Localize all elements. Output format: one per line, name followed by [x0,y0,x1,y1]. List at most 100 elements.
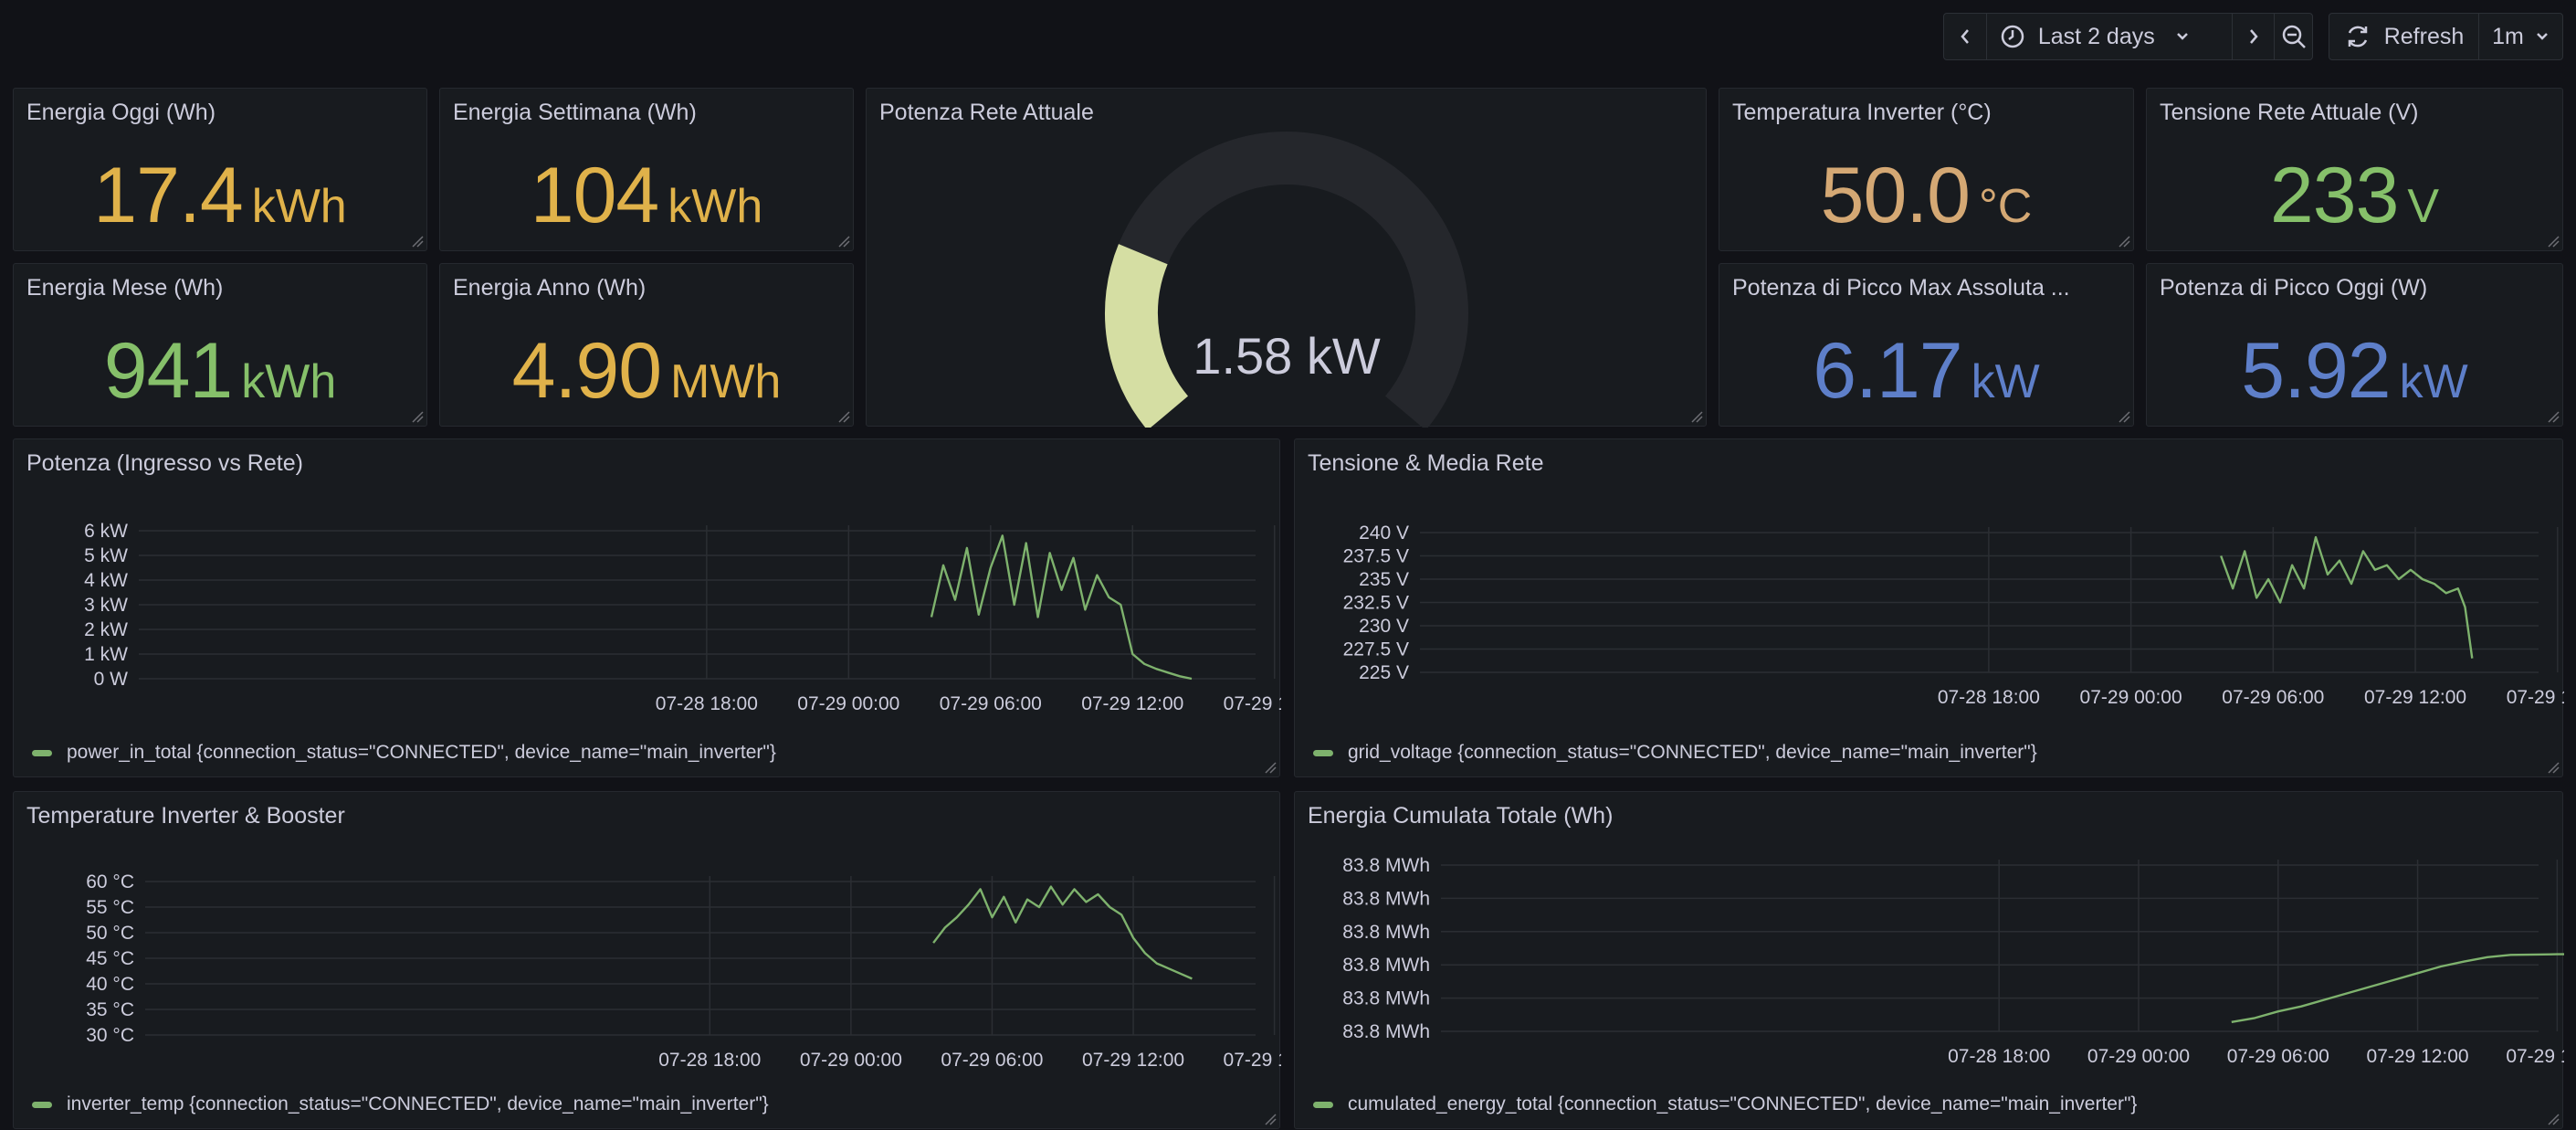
y-tick-label: 83.8 MWh [1342,922,1430,943]
y-tick-label: 83.8 MWh [1342,988,1430,1009]
resize-handle-icon[interactable] [2118,410,2130,423]
zoom-out-button[interactable] [2274,14,2312,59]
y-tick-label: 83.8 MWh [1342,1021,1430,1042]
y-tick-label: 50 °C [86,923,134,944]
legend-label: cumulated_energy_total {connection_statu… [1348,1093,2138,1114]
y-tick-label: 237.5 V [1343,546,1409,567]
x-tick-label: 07-29 18:00 [1224,693,1281,714]
chevron-right-icon [2249,29,2258,44]
y-tick-label: 232.5 V [1343,593,1409,614]
panel-title: Tensione Rete Attuale (V) [2160,100,2419,125]
stat-number: 4.90 [511,327,662,415]
x-tick-label: 07-29 18:00 [2507,687,2564,708]
y-tick-label: 1 kW [84,644,128,665]
refresh-label: Refresh [2383,23,2465,49]
y-tick-label: 235 V [1359,569,1409,590]
refresh-picker: Refresh 1m [2329,13,2563,60]
panel-title: Potenza di Picco Max Assoluta ... [1732,275,2070,301]
chart-plot: 240 V237.5 V235 V 232.5 V230 V227.5 V225 … [1343,523,2564,708]
x-tick-label: 07-29 00:00 [797,693,899,714]
x-tick-label: 07-29 12:00 [1081,693,1183,714]
panel-energia-cumulata-timeseries: Energia Cumulata Totale (Wh) 83.8 MWh 83.… [1294,791,2564,1129]
resize-handle-icon[interactable] [2118,235,2130,248]
chevron-down-icon [2176,33,2188,40]
panel-picco-oggi: Potenza di Picco Oggi (W) 5.92 kW [2146,263,2563,427]
resize-handle-icon[interactable] [1264,1113,1277,1125]
panel-title: Energia Anno (Wh) [453,275,647,301]
panel-potenza-timeseries: Potenza (Ingresso vs Rete) 6 kW 5 kW 4 kW 3… [13,438,1281,777]
x-tick-label: 07-28 18:00 [1938,687,2040,708]
stat-unit: kWh [241,355,337,408]
legend-swatch [32,1101,52,1108]
stat-unit: MWh [670,355,782,408]
panel-energia-oggi: Energia Oggi (Wh) 17.4 kWh [13,88,427,251]
x-tick-label: 07-29 00:00 [2080,687,2182,708]
stat-number: 104 [530,152,659,239]
x-tick-label: 07-29 18:00 [2506,1046,2564,1067]
time-range-picker: Last 2 days [1943,13,2313,60]
resize-handle-icon[interactable] [2547,235,2560,248]
y-tick-label: 45 °C [86,948,134,969]
stat-unit: °C [1979,180,2033,233]
resize-handle-icon[interactable] [837,410,850,423]
stat-number: 50.0 [1820,152,1971,239]
legend-label: grid_voltage {connection_status="CONNECT… [1348,742,2037,763]
stat-value: 4.90 MWh [440,326,853,417]
gauge-fill [1105,244,1189,428]
stat-value: 17.4 kWh [14,151,426,241]
refresh-interval-button[interactable]: 1m [2478,14,2562,59]
time-shift-back-button[interactable] [1944,14,1986,59]
resize-handle-icon[interactable] [2547,761,2560,774]
x-tick-label: 07-29 12:00 [2367,1046,2469,1067]
panel-title: Energia Settimana (Wh) [453,100,697,125]
refresh-interval-label: 1m [2492,23,2524,49]
stat-value: 941 kWh [14,326,426,417]
y-tick-label: 240 V [1359,523,1409,544]
stat-number: 233 [2269,152,2399,239]
panel-tensione-rete: Tensione Rete Attuale (V) 233 V [2146,88,2563,251]
y-tick-label: 83.8 MWh [1342,955,1430,976]
y-tick-label: 2 kW [84,619,128,640]
stat-value: 104 kWh [440,151,853,241]
resize-handle-icon[interactable] [411,410,424,423]
x-tick-label: 07-29 00:00 [2087,1046,2190,1067]
resize-handle-icon[interactable] [411,235,424,248]
stat-number: 5.92 [2241,327,2391,415]
zoom-out-icon [2282,25,2306,48]
refresh-button[interactable]: Refresh [2329,14,2478,59]
panel-temperatura-inverter: Temperatura Inverter (°C) 50.0 °C [1719,88,2134,251]
y-tick-label: 5 kW [84,545,128,566]
stat-unit: kW [2399,355,2468,408]
panel-energia-settimana: Energia Settimana (Wh) 104 kWh [439,88,854,251]
y-tick-label: 83.8 MWh [1342,888,1430,909]
x-tick-label: 07-29 06:00 [941,1050,1043,1071]
resize-handle-icon[interactable] [2547,410,2560,423]
time-range-button[interactable]: Last 2 days [1985,14,2232,59]
panel-title: Temperatura Inverter (°C) [1732,100,1992,125]
stat-number: 17.4 [93,152,243,239]
refresh-icon [2348,26,2367,48]
time-range-label: Last 2 days [2037,23,2155,49]
x-tick-label: 07-29 18:00 [1224,1050,1281,1071]
y-tick-label: 60 °C [86,871,134,892]
y-tick-label: 83.8 MWh [1342,855,1430,876]
legend-item[interactable]: grid_voltage {connection_status="CONNECT… [1313,742,2037,764]
y-tick-label: 40 °C [86,974,134,995]
legend-item[interactable]: inverter_temp {connection_status="CONNEC… [32,1093,769,1115]
chevron-down-icon [2536,33,2548,40]
stat-unit: kWh [668,180,763,233]
resize-handle-icon[interactable] [1264,761,1277,774]
chart-plot: 60 °C 55 °C 50 °C 45 °C 40 °C 35 °C 30 °C 07-28… [86,871,1281,1071]
legend-item[interactable]: power_in_total {connection_status="CONNE… [32,742,776,764]
legend-swatch [32,749,52,756]
time-shift-forward-button[interactable] [2232,14,2274,59]
resize-handle-icon[interactable] [2547,1113,2560,1125]
panel-temperature-timeseries: Temperature Inverter & Booster 60 °C 55 °… [13,791,1281,1129]
legend-item[interactable]: cumulated_energy_total {connection_statu… [1313,1093,2137,1115]
y-tick-label: 3 kW [84,595,128,616]
x-tick-label: 07-29 06:00 [2222,687,2324,708]
resize-handle-icon[interactable] [1690,410,1703,423]
x-tick-label: 07-29 06:00 [2227,1046,2329,1067]
resize-handle-icon[interactable] [837,235,850,248]
stat-value: 50.0 °C [1719,151,2133,241]
